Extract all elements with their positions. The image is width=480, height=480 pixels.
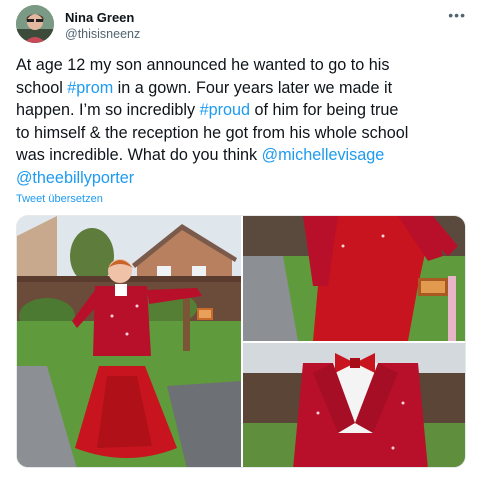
hashtag-prom[interactable]: #prom (67, 79, 113, 97)
tweet-line: happen. I’m so incredibly #proud of him … (16, 101, 399, 119)
hashtag-proud[interactable]: #proud (200, 101, 250, 119)
media-grid (16, 215, 466, 468)
more-horizontal-icon[interactable]: ••• (448, 7, 466, 23)
tweet-header: Nina Green @thisisneenz ••• (16, 5, 470, 45)
author-name[interactable]: Nina Green (65, 10, 134, 25)
avatar[interactable] (16, 5, 54, 43)
translate-link[interactable]: Tweet übersetzen (16, 193, 103, 205)
tweet-line: to himself & the reception he got from h… (16, 123, 409, 142)
photo-jacket-clutch[interactable] (243, 216, 465, 341)
tweet-line: @theebillyporter (16, 167, 468, 190)
tweet-text: At age 12 my son announced he wanted to … (16, 54, 468, 189)
mention-theebillyporter[interactable]: @theebillyporter (16, 169, 134, 187)
author-handle[interactable]: @thisisneenz (65, 27, 140, 41)
photo-bow-tie-closeup[interactable] (243, 343, 465, 467)
photo-full-gown[interactable] (17, 216, 241, 467)
mention-michellevisage[interactable]: @michellevisage (262, 146, 385, 164)
tweet-line: school #prom in a gown. Four years later… (16, 78, 393, 97)
tweet-card: Nina Green @thisisneenz ••• At age 12 my… (0, 0, 480, 480)
tweet-line: was incredible. What do you think @miche… (16, 146, 385, 164)
tweet-line: At age 12 my son announced he wanted to … (16, 56, 390, 74)
